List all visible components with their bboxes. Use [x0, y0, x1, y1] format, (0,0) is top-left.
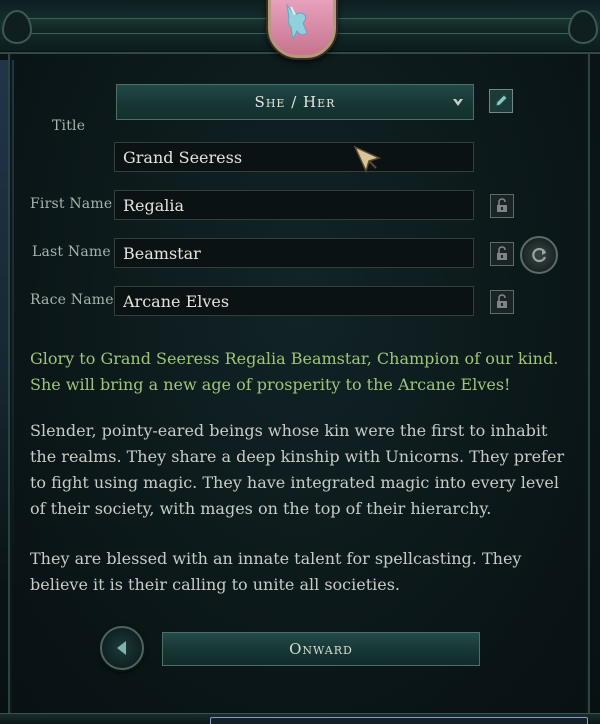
edit-pronoun-button[interactable]: [489, 89, 513, 113]
race-name-field[interactable]: [114, 286, 474, 316]
leader-greeting: Glory to Grand Seeress Regalia Beamstar,…: [30, 349, 559, 394]
last-name-input[interactable]: [115, 239, 473, 267]
race-trait-description: They are blessed with an innate talent f…: [30, 549, 522, 594]
character-creation-screen: Title She / Her First Name Last Name: [0, 0, 600, 724]
pronoun-dropdown[interactable]: She / Her: [116, 84, 474, 120]
lock-last-name-button[interactable]: [490, 242, 514, 266]
title-field[interactable]: [114, 142, 474, 172]
lock-open-icon: [497, 294, 507, 308]
first-name-label: First Name: [30, 196, 113, 212]
first-name-input[interactable]: [115, 191, 473, 219]
title-label: Title: [52, 118, 86, 134]
unicorn-icon: [286, 3, 308, 41]
lock-race-name-button[interactable]: [490, 290, 514, 314]
race-description: Slender, pointy-eared beings whose kin w…: [30, 421, 565, 518]
randomize-name-button[interactable]: [520, 236, 558, 274]
right-scroll-ornament: [568, 10, 598, 44]
arrow-left-icon: [117, 641, 126, 655]
refresh-icon: [532, 247, 547, 263]
bottom-selection-outline: [210, 717, 588, 724]
lock-open-icon: [497, 246, 507, 260]
back-button[interactable]: [100, 626, 144, 670]
title-input[interactable]: [115, 143, 473, 171]
lock-open-icon: [497, 198, 507, 212]
last-name-label: Last Name: [32, 244, 111, 260]
mouse-cursor-icon: [353, 145, 382, 174]
pronoun-value: She / Her: [254, 93, 336, 111]
left-scroll-ornament: [2, 10, 32, 44]
pencil-icon: [495, 94, 508, 107]
last-name-field[interactable]: [114, 238, 474, 268]
race-name-input[interactable]: [115, 287, 473, 315]
race-crest: [268, 0, 336, 58]
lock-first-name-button[interactable]: [490, 194, 514, 218]
race-name-label: Race Name: [30, 292, 114, 308]
onward-label: Onward: [289, 640, 353, 658]
onward-button[interactable]: Onward: [162, 632, 480, 666]
chevron-down-icon: [453, 99, 463, 106]
first-name-field[interactable]: [114, 190, 474, 220]
